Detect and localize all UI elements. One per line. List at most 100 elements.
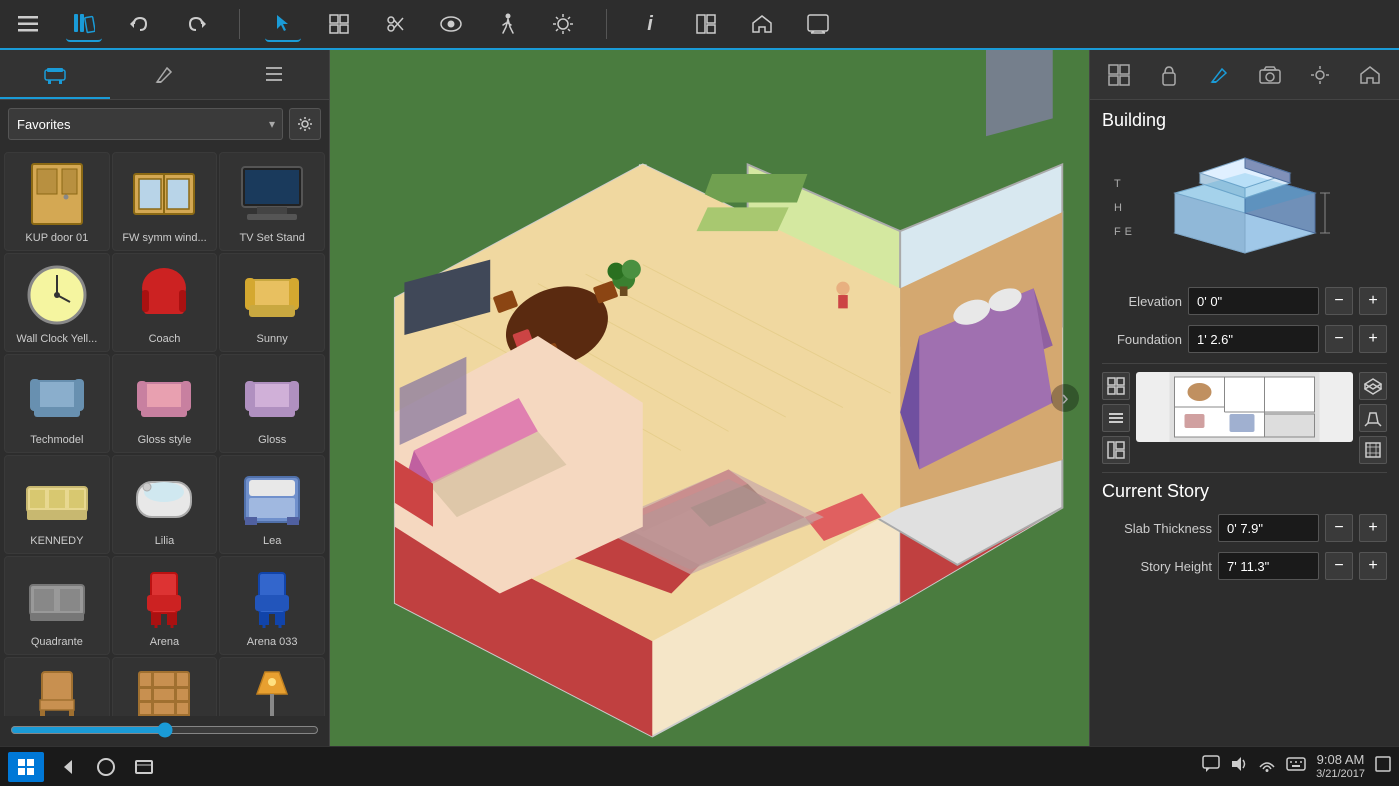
slab-label: Slab Thickness	[1102, 521, 1212, 536]
floor-grid-view-btn[interactable]	[1102, 372, 1130, 400]
network-icon[interactable]	[1258, 755, 1276, 778]
view-select-tab[interactable]	[1101, 57, 1137, 93]
list-item[interactable]: TV Set Stand	[219, 152, 325, 251]
foundation-input[interactable]	[1188, 325, 1319, 353]
item-thumb-shelf	[124, 664, 204, 716]
axis-h: H	[1114, 202, 1122, 214]
list-item[interactable]: FW symm wind...	[112, 152, 218, 251]
list-item[interactable]: Sunny	[219, 253, 325, 352]
item-thumb-wood-chair	[17, 664, 97, 716]
taskbar-nav	[52, 752, 160, 782]
list-item[interactable]	[4, 657, 110, 716]
furniture-tab[interactable]	[0, 50, 110, 99]
elevation-row: Elevation − +	[1102, 287, 1387, 315]
walk-btn[interactable]	[489, 6, 525, 42]
list-tab[interactable]	[219, 50, 329, 99]
axis-f: F	[1114, 226, 1122, 238]
taskbar-right: 9:08 AM 3/21/2017	[1202, 752, 1391, 781]
story-height-label: Story Height	[1102, 559, 1212, 574]
story-height-row: Story Height − +	[1102, 552, 1387, 580]
list-item[interactable]: KUP door 01	[4, 152, 110, 251]
building-3d-svg	[1145, 143, 1345, 273]
item-label: Coach	[119, 333, 209, 345]
select-btn[interactable]	[265, 6, 301, 42]
elevation-decrease-btn[interactable]: −	[1325, 287, 1353, 315]
category-dropdown[interactable]: Favorites ▾	[8, 108, 283, 140]
scissors-btn[interactable]	[377, 6, 413, 42]
settings-btn[interactable]	[289, 108, 321, 140]
elevation-input[interactable]	[1188, 287, 1319, 315]
sun-btn[interactable]	[545, 6, 581, 42]
story-height-decrease-btn[interactable]: −	[1325, 552, 1353, 580]
design-tab[interactable]	[110, 50, 220, 99]
axis-t: T	[1114, 178, 1122, 190]
window-btn[interactable]	[128, 752, 160, 782]
left-panel: Favorites ▾ KUP door	[0, 50, 330, 746]
info-btn[interactable]: i	[632, 6, 668, 42]
undo-btn[interactable]	[122, 6, 158, 42]
start-button[interactable]	[8, 752, 44, 782]
3d-view-btn[interactable]	[1359, 372, 1387, 400]
list-item[interactable]: Quadrante	[4, 556, 110, 655]
canvas-expand-arrow[interactable]: ›	[1051, 384, 1079, 412]
category-dropdown-wrapper[interactable]: Favorites ▾	[8, 108, 283, 140]
chat-icon[interactable]	[1202, 755, 1220, 778]
list-item[interactable]: Arena	[112, 556, 218, 655]
left-panel-header: Favorites ▾	[0, 100, 329, 148]
home-circle-btn[interactable]	[90, 752, 122, 782]
size-slider[interactable]	[10, 722, 319, 738]
list-item[interactable]: Techmodel	[4, 354, 110, 453]
system-clock[interactable]: 9:08 AM 3/21/2017	[1316, 752, 1365, 781]
foundation-row: Foundation − +	[1102, 325, 1387, 353]
redo-btn[interactable]	[178, 6, 214, 42]
lock-tab[interactable]	[1151, 57, 1187, 93]
list-item[interactable]: Gloss style	[112, 354, 218, 453]
list-item[interactable]	[112, 657, 218, 716]
foundation-decrease-btn[interactable]: −	[1325, 325, 1353, 353]
menu-btn[interactable]	[10, 6, 46, 42]
floor-plan-thumbnail[interactable]	[1136, 372, 1353, 442]
list-item[interactable]: KENNEDY	[4, 455, 110, 554]
size-slider-container	[0, 716, 329, 746]
list-item[interactable]: Lilia	[112, 455, 218, 554]
list-item[interactable]: Lea	[219, 455, 325, 554]
volume-icon[interactable]	[1230, 755, 1248, 778]
slab-increase-btn[interactable]: +	[1359, 514, 1387, 542]
item-thumb-arena	[124, 563, 204, 633]
home-tab[interactable]	[1352, 57, 1388, 93]
back-btn[interactable]	[52, 752, 84, 782]
story-height-input[interactable]	[1218, 552, 1319, 580]
notification-icon[interactable]	[1375, 756, 1391, 777]
slab-input[interactable]	[1218, 514, 1319, 542]
chevron-down-icon: ▾	[269, 117, 275, 131]
edit-tab[interactable]	[1201, 57, 1237, 93]
list-item[interactable]	[219, 657, 325, 716]
export-btn[interactable]	[800, 6, 836, 42]
item-thumb-clock	[17, 260, 97, 330]
keyboard-icon[interactable]	[1286, 757, 1306, 776]
current-story-title: Current Story	[1102, 481, 1387, 502]
top-view-btn[interactable]	[1359, 436, 1387, 464]
story-height-increase-btn[interactable]: +	[1359, 552, 1387, 580]
floor-list-view-btn[interactable]	[1102, 404, 1130, 432]
list-item[interactable]: Gloss	[219, 354, 325, 453]
perspective-view-btn[interactable]	[1359, 404, 1387, 432]
sun-tab[interactable]	[1302, 57, 1338, 93]
group-btn[interactable]	[321, 6, 357, 42]
floor-detail-view-btn[interactable]	[1102, 436, 1130, 464]
list-item[interactable]: Coach	[112, 253, 218, 352]
list-item[interactable]: Arena 033	[219, 556, 325, 655]
layout-btn[interactable]	[688, 6, 724, 42]
list-item[interactable]: Wall Clock Yell...	[4, 253, 110, 352]
slab-decrease-btn[interactable]: −	[1325, 514, 1353, 542]
item-label: TV Set Stand	[227, 232, 317, 244]
foundation-increase-btn[interactable]: +	[1359, 325, 1387, 353]
eye-btn[interactable]	[433, 6, 469, 42]
library-btn[interactable]	[66, 6, 102, 42]
item-label: Wall Clock Yell...	[12, 333, 102, 345]
item-thumb-quadrante	[17, 563, 97, 633]
elevation-increase-btn[interactable]: +	[1359, 287, 1387, 315]
camera-tab[interactable]	[1252, 57, 1288, 93]
home2-btn[interactable]	[744, 6, 780, 42]
clock-date: 3/21/2017	[1316, 768, 1365, 781]
